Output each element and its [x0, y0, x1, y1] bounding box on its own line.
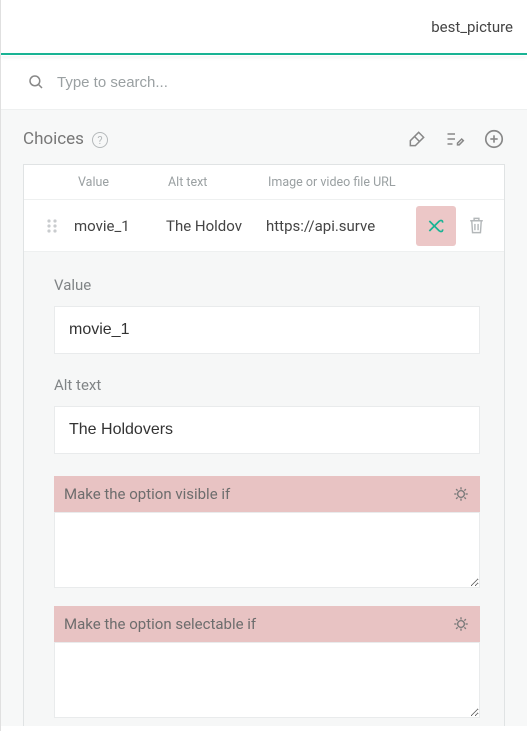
selectable-if-header: Make the option selectable if — [54, 606, 480, 642]
selectable-if-edit-icon[interactable] — [452, 615, 470, 633]
cell-url: https://api.surve — [266, 217, 416, 235]
help-icon[interactable]: ? — [92, 132, 108, 148]
section-title: Choices — [23, 129, 84, 149]
cell-value: movie_1 — [66, 217, 166, 235]
top-bar: best_picture — [1, 0, 527, 55]
alt-text-input[interactable] — [54, 406, 480, 454]
col-header-url: Image or video file URL — [268, 175, 496, 190]
search-icon — [27, 73, 45, 91]
selectable-if-label: Make the option selectable if — [64, 615, 256, 633]
choices-section: Choices ? Value — [1, 110, 527, 726]
col-header-value: Value — [78, 175, 168, 190]
visible-if-label: Make the option visible if — [64, 485, 230, 503]
batch-edit-icon[interactable] — [445, 129, 465, 149]
add-icon[interactable] — [483, 128, 505, 150]
choices-header-row: Value Alt text Image or video file URL — [24, 165, 504, 199]
value-label: Value — [54, 276, 480, 294]
page-title: best_picture — [431, 18, 513, 36]
choice-row[interactable]: movie_1 The Holdov https://api.surve — [24, 199, 504, 251]
alt-label: Alt text — [54, 376, 480, 394]
col-header-alt: Alt text — [168, 175, 268, 190]
edit-row-button[interactable] — [416, 206, 456, 246]
visible-if-header: Make the option visible if — [54, 476, 480, 512]
visible-if-input[interactable] — [54, 512, 480, 588]
delete-row-button[interactable] — [456, 206, 496, 246]
search-row — [1, 55, 527, 110]
clear-icon[interactable] — [407, 129, 427, 149]
visible-if-edit-icon[interactable] — [452, 485, 470, 503]
drag-handle-icon[interactable] — [38, 218, 66, 234]
choice-detail: Value Alt text Make the option visible i… — [24, 251, 504, 726]
cell-alt: The Holdov — [166, 217, 266, 235]
value-input[interactable] — [54, 306, 480, 354]
selectable-if-input[interactable] — [54, 642, 480, 718]
choices-panel: Value Alt text Image or video file URL m… — [23, 164, 505, 726]
search-input[interactable] — [57, 74, 509, 91]
